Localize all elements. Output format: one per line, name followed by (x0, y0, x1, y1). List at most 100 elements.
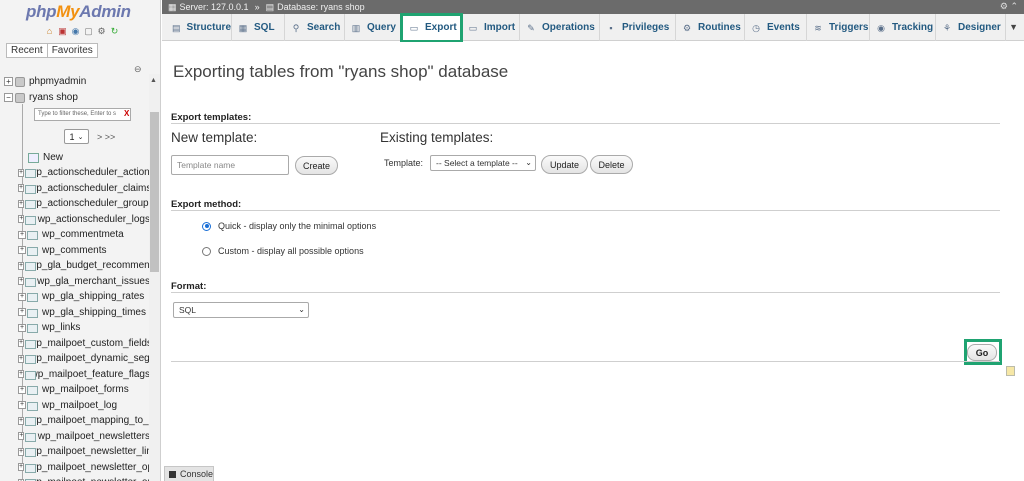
create-button[interactable]: Create (295, 156, 338, 175)
table-icon (27, 230, 38, 240)
docs-icon[interactable]: ◉ (70, 26, 81, 37)
table-item[interactable]: + wp_mailpoet_custom_fields (18, 336, 150, 351)
table-item[interactable]: + wp_actionscheduler_logs (18, 212, 150, 227)
settings-icon[interactable]: ⚙ (96, 26, 107, 37)
expand-icon[interactable]: + (18, 230, 26, 239)
table-icon (27, 385, 38, 395)
table-filter-input[interactable]: Type to filter these, Enter to s (34, 108, 131, 121)
table-name: wp_gla_budget_recommendations (29, 260, 150, 271)
table-name: wp_mailpoet_mapping_to_external_entities (29, 415, 150, 426)
method-quick-option[interactable]: Quick - display only the minimal options (202, 221, 376, 231)
tab-routines[interactable]: ⚙ Routines (676, 14, 745, 41)
table-item[interactable]: + wp_commentmeta (18, 227, 150, 242)
method-custom-option[interactable]: Custom - display all possible options (202, 246, 364, 256)
scroll-up-icon[interactable]: ▲ (150, 77, 157, 84)
expand-icon[interactable]: + (18, 277, 25, 285)
scrollbar-thumb[interactable] (150, 112, 159, 272)
table-item[interactable]: + wp_mailpoet_mapping_to_external_entitie… (18, 413, 150, 428)
reload-icon[interactable]: ↻ (109, 26, 120, 37)
table-item[interactable]: + wp_gla_merchant_issues (18, 274, 150, 289)
table-item[interactable]: + wp_mailpoet_newsletter_option (18, 460, 150, 475)
template-name-input[interactable]: Template name (171, 155, 289, 175)
tab-query[interactable]: ▥ Query (345, 14, 402, 41)
new-table-link[interactable]: New (18, 150, 150, 165)
favorites-tab[interactable]: Favorites (46, 43, 98, 58)
template-label: Template: (384, 158, 424, 168)
radio-quick[interactable] (202, 221, 211, 231)
home-icon[interactable]: ⌂ (44, 26, 55, 37)
db-ryans-shop[interactable]: − ryans shop (4, 90, 78, 105)
expand-icon[interactable]: + (18, 184, 25, 192)
breadcrumb-server[interactable]: Server: 127.0.0.1 (180, 2, 249, 12)
tab-triggers[interactable]: ≋ Triggers (807, 14, 870, 41)
table-item[interactable]: + wp_comments (18, 243, 150, 258)
tab-operations[interactable]: ✎ Operations (520, 14, 600, 41)
table-item[interactable]: + wp_actionscheduler_groups (18, 196, 150, 211)
eye-icon: ◉ (877, 22, 885, 33)
expand-icon[interactable]: + (18, 246, 26, 254)
phpmyadmin-logo[interactable]: phpMyAdmin (26, 2, 131, 22)
expand-icon[interactable]: + (18, 308, 26, 316)
table-item[interactable]: + wp_mailpoet_log (18, 398, 150, 413)
table-item[interactable]: + wp_gla_shipping_times (18, 305, 150, 320)
expand-icon[interactable]: + (18, 401, 26, 409)
update-button[interactable]: Update (541, 155, 588, 174)
expand-icon[interactable]: + (18, 339, 25, 347)
format-select[interactable]: SQL ⌄ (173, 302, 309, 318)
expand-icon[interactable]: + (18, 261, 25, 270)
expand-icon[interactable]: + (18, 323, 26, 332)
table-item[interactable]: +wp_mailpoet_newsletter_option_fields (18, 475, 150, 481)
structure-icon: ▤ (172, 22, 181, 33)
table-item[interactable]: + wp_actionscheduler_claims (18, 181, 150, 196)
delete-button[interactable]: Delete (590, 155, 633, 174)
tab-privileges[interactable]: ▪ Privileges (600, 14, 676, 41)
next-page-link[interactable]: > >> (97, 132, 115, 142)
logout-icon[interactable]: ▣ (57, 26, 68, 37)
table-item[interactable]: + wp_mailpoet_dynamic_segment_filters (18, 351, 150, 366)
table-item[interactable]: + wp_actionscheduler_actions (18, 165, 150, 180)
table-item[interactable]: + wp_mailpoet_newsletter_links (18, 444, 150, 459)
expand-icon[interactable]: + (4, 77, 13, 86)
table-item[interactable]: + wp_mailpoet_feature_flags (18, 367, 150, 382)
radio-custom[interactable] (202, 246, 211, 256)
table-item[interactable]: + wp_gla_shipping_rates (18, 289, 150, 304)
console-toggle[interactable]: Console (164, 466, 214, 481)
table-icon (25, 215, 37, 225)
collapse-all-icon[interactable]: ⊖ (134, 64, 142, 75)
db-phpmyadmin[interactable]: + phpmyadmin (4, 74, 86, 89)
page-select[interactable]: 1 ⌄ (64, 129, 89, 144)
tab-import[interactable]: ▭ Import (462, 14, 520, 41)
expand-icon[interactable]: + (18, 463, 25, 471)
expand-icon[interactable]: + (18, 370, 25, 378)
table-item[interactable]: + wp_mailpoet_forms (18, 382, 150, 397)
table-item[interactable]: + wp_links (18, 320, 150, 335)
expand-icon[interactable]: + (18, 385, 26, 394)
expand-icon[interactable]: + (18, 215, 25, 223)
tab-structure[interactable]: ▤ Structure (166, 14, 232, 41)
tab-search[interactable]: ⚲ Search (285, 14, 345, 41)
navigation-panel: phpMyAdmin ⌂ ▣ ◉ ▢ ⚙ ↻ Recent Favorites … (0, 0, 161, 481)
expand-icon[interactable]: + (18, 199, 25, 208)
tab-tracking[interactable]: ◉ Tracking (870, 14, 936, 41)
expand-icon[interactable]: + (18, 168, 25, 177)
breadcrumb-database[interactable]: Database: ryans shop (277, 2, 365, 12)
recent-favorites-tabs: Recent Favorites (6, 43, 98, 58)
recent-tab[interactable]: Recent (6, 43, 48, 58)
tab-designer[interactable]: ⚘ Designer (936, 14, 1006, 41)
more-tabs-icon[interactable]: ▼ (1009, 22, 1018, 32)
settings-collapse-icon[interactable]: ⚙ ⌃ (1000, 1, 1018, 12)
template-select[interactable]: -- Select a template -- ⌄ (430, 155, 536, 171)
tab-events[interactable]: ◷ Events (745, 14, 807, 41)
tab-sql[interactable]: ▦ SQL (232, 14, 285, 41)
expand-icon[interactable]: + (18, 354, 25, 363)
expand-icon[interactable]: + (18, 447, 25, 456)
expand-icon[interactable]: + (18, 416, 25, 425)
expand-icon[interactable]: + (18, 292, 26, 301)
table-item[interactable]: + wp_gla_budget_recommendations (18, 258, 150, 273)
expand-icon[interactable]: + (18, 432, 25, 440)
collapse-icon[interactable]: − (4, 93, 13, 102)
scroll-to-top-icon[interactable] (1006, 366, 1015, 376)
table-item[interactable]: + wp_mailpoet_newsletters (18, 429, 150, 444)
sql-docs-icon[interactable]: ▢ (83, 26, 94, 37)
clear-filter-icon[interactable]: X (124, 109, 129, 118)
